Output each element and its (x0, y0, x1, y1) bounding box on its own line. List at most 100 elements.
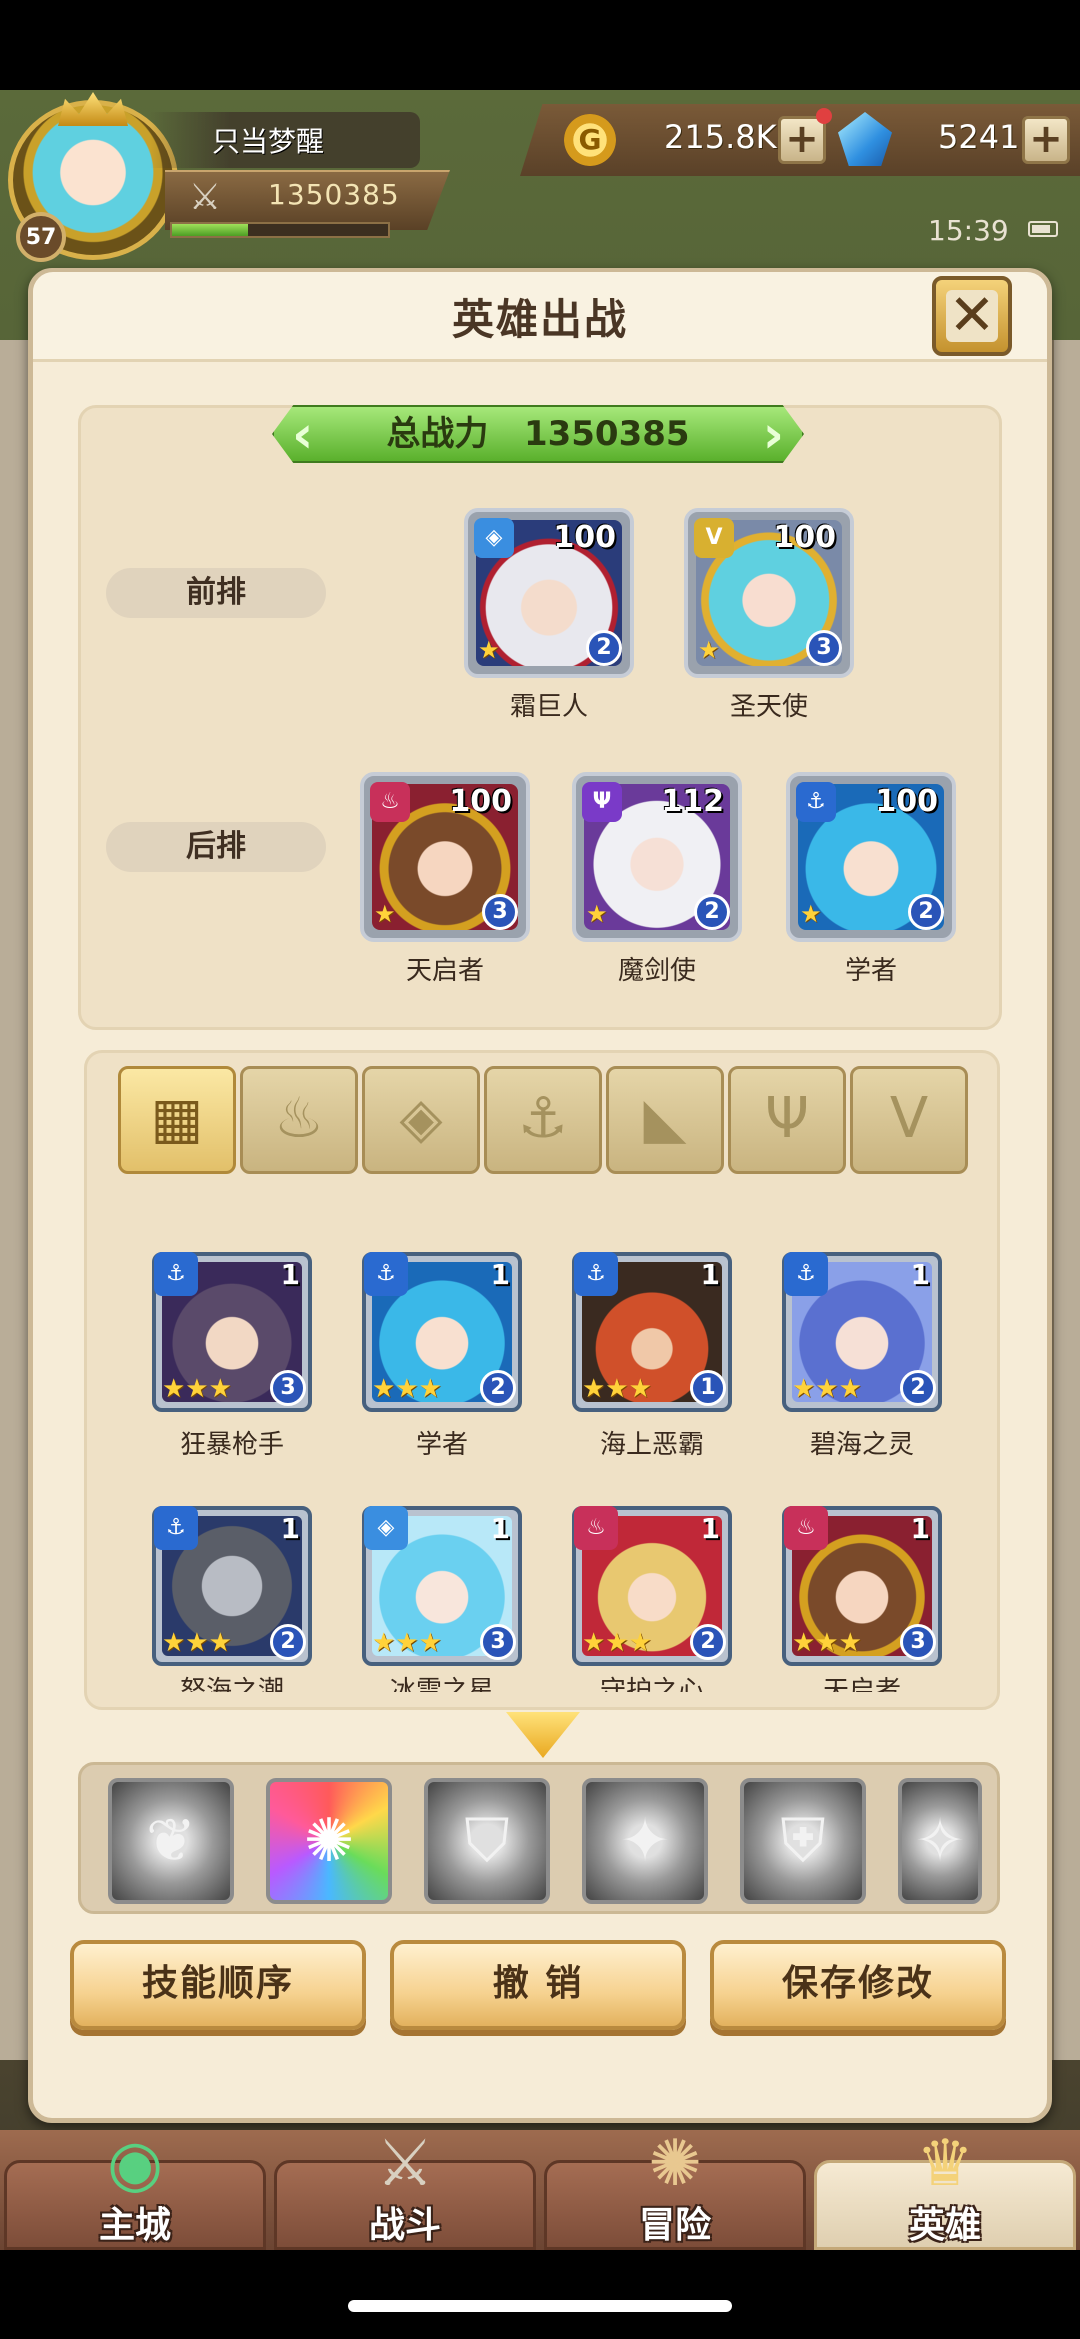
flame-faction-icon: ♨ (370, 782, 410, 822)
hero-list-card[interactable]: ♨ 1 ★★★ 3 (782, 1506, 942, 1666)
hero-list-card[interactable]: ⚓ 1 ★★★ 3 (152, 1252, 312, 1412)
hero-level: 1 (280, 1258, 300, 1291)
hero-name: 狂暴枪手 (179, 1430, 284, 1460)
swords-icon: ⚔ (376, 2127, 434, 2201)
hero-level: 100 (449, 784, 512, 819)
hero-level: 100 (875, 784, 938, 819)
filter-demon-icon[interactable]: Ψ (728, 1066, 846, 1174)
back-hero-card[interactable]: ⚓ 100 ★ 2 (786, 772, 956, 942)
filter-flame-icon[interactable]: ♨ (240, 1066, 358, 1174)
diamond-faction-icon: ◈ (364, 1506, 408, 1550)
star-icon: ★ (478, 636, 500, 664)
vortex-skill-icon[interactable]: ✦ (582, 1778, 708, 1904)
star-icon: ★★★ (372, 1628, 442, 1658)
front-hero-card[interactable]: V 100 ★ 3 (684, 508, 854, 678)
hero-name: 碧海之灵 (809, 1430, 914, 1460)
star-icon: ★★★ (582, 1628, 652, 1658)
player-power-value: 1350385 (268, 178, 400, 211)
total-power-text: 总战力 1350385 (272, 407, 804, 461)
close-icon: ✕ (948, 283, 996, 348)
hero-count: 2 (694, 894, 730, 930)
add-gold-button[interactable]: + (778, 116, 826, 164)
front-hero-card[interactable]: ◈ 100 ★ 2 (464, 508, 634, 678)
hero-level: 1 (280, 1512, 300, 1545)
hero-level: 1 (910, 1512, 930, 1545)
add-gems-button[interactable]: + (1022, 116, 1070, 164)
undo-button[interactable]: 撤 销 (390, 1940, 686, 2030)
xp-bar (170, 222, 390, 238)
nav-label: 英雄 (908, 2205, 981, 2246)
star-icon: ★ (698, 636, 720, 664)
hero-name: 冰雪之星 (389, 1676, 494, 1692)
hero-level: 1 (910, 1258, 930, 1291)
star-icon: ★★★ (162, 1628, 232, 1658)
star-icon: ★★★ (582, 1374, 652, 1404)
save-changes-button[interactable]: 保存修改 (710, 1940, 1006, 2030)
hero-list-card[interactable]: ⚓ 1 ★★★ 2 (152, 1506, 312, 1666)
diamond-faction-icon: ◈ (474, 518, 514, 558)
demon-faction-icon: Ψ (582, 782, 622, 822)
player-name: 只当梦醒 (212, 125, 325, 158)
filter-anchor-icon[interactable]: ⚓ (484, 1066, 602, 1174)
filter-diamond-icon[interactable]: ◈ (362, 1066, 480, 1174)
hero-level: 1 (490, 1512, 510, 1545)
filter-all-icon[interactable]: ▦ (118, 1066, 236, 1174)
anchor-faction-icon: ⚓ (154, 1252, 198, 1296)
crossed-swords-icon: ⚔ (188, 177, 222, 218)
hero-name: 魔剑使 (617, 956, 696, 986)
gold-coin-icon: G (564, 114, 616, 166)
anchor-faction-icon: ⚓ (364, 1252, 408, 1296)
home-indicator[interactable] (348, 2300, 732, 2312)
back-hero-card[interactable]: ♨ 100 ★ 3 (360, 772, 530, 942)
hero-count: 3 (482, 894, 518, 930)
gem-amount: 5241 (938, 118, 1020, 156)
hero-level: 100 (553, 520, 616, 555)
star-icon: ★ (800, 900, 822, 928)
shield-skill-icon[interactable]: ⛉ (424, 1778, 550, 1904)
hero-level: 1 (700, 1258, 720, 1291)
anchor-faction-icon: ⚓ (574, 1252, 618, 1296)
star-icon: ★★★ (162, 1374, 232, 1404)
anchor-faction-icon: ⚓ (796, 782, 836, 822)
battery-icon (1028, 221, 1058, 237)
front-row-label: 前排 (106, 568, 326, 618)
hero-level: 1 (490, 1258, 510, 1291)
player-level-badge: 57 (16, 212, 66, 262)
partial-skill-icon[interactable]: ✧ (898, 1778, 982, 1904)
map-icon: ✺ (648, 2127, 702, 2201)
hero-name: 圣天使 (729, 692, 808, 722)
flame-faction-icon: ♨ (784, 1506, 828, 1550)
star-icon: ★ (374, 900, 396, 928)
hero-name: 学者 (415, 1430, 468, 1460)
hero-name: 天启者 (822, 1676, 901, 1692)
hero-name: 学者 (844, 956, 897, 986)
hero-name: 天启者 (405, 956, 484, 986)
hero-count: 1 (690, 1370, 726, 1406)
anchor-faction-icon: ⚓ (154, 1506, 198, 1550)
clock-time: 15:39 (928, 214, 1009, 247)
back-hero-card[interactable]: Ψ 112 ★ 2 (572, 772, 742, 942)
angel-faction-icon: V (694, 518, 734, 558)
hero-list-card[interactable]: ⚓ 1 ★★★ 1 (572, 1252, 732, 1412)
hero-list-card[interactable]: ♨ 1 ★★★ 2 (572, 1506, 732, 1666)
hero-list-card[interactable]: ⚓ 1 ★★★ 2 (782, 1252, 942, 1412)
hero-count: 2 (900, 1370, 936, 1406)
hero-count: 2 (480, 1370, 516, 1406)
hero-name: 霜巨人 (509, 692, 588, 722)
hero-level: 112 (661, 784, 724, 819)
filter-beast-icon[interactable]: ◣ (606, 1066, 724, 1174)
hero-level: 100 (773, 520, 836, 555)
skill-order-button[interactable]: 技能顺序 (70, 1940, 366, 2030)
hero-list-card[interactable]: ⚓ 1 ★★★ 2 (362, 1252, 522, 1412)
hero-name: 守护之心 (599, 1676, 704, 1692)
xp-bar-fill (172, 224, 248, 236)
total-power-value: 1350385 (523, 414, 690, 454)
guard-skill-icon[interactable]: ⛨ (740, 1778, 866, 1904)
wing-skill-icon[interactable]: ❦ (108, 1778, 234, 1904)
filter-angel-icon[interactable]: V (850, 1066, 968, 1174)
hero-count: 2 (690, 1624, 726, 1660)
hero-list-card[interactable]: ◈ 1 ★★★ 3 (362, 1506, 522, 1666)
rainbow-skill-icon[interactable]: ✺ (266, 1778, 392, 1904)
total-power-label: 总战力 (386, 414, 489, 454)
close-button[interactable]: ✕ (932, 276, 1012, 356)
